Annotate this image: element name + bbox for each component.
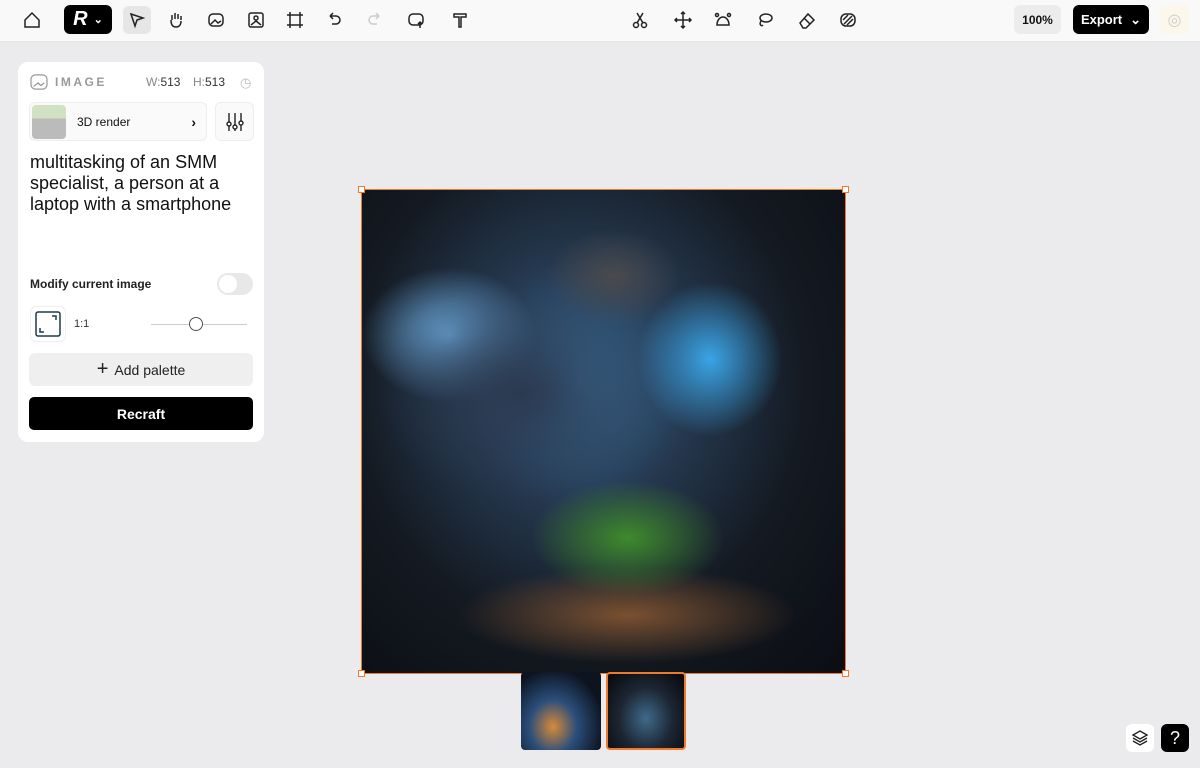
logo-menu-button[interactable]: R ⌄ — [64, 5, 112, 34]
hand-icon — [170, 13, 182, 28]
image-icon — [30, 74, 48, 90]
export-button[interactable]: Export ⌄ — [1073, 5, 1149, 34]
resize-handle[interactable] — [358, 186, 365, 193]
scissors-tool[interactable] — [626, 6, 654, 34]
style-selector[interactable]: 3D render › — [29, 102, 207, 141]
panel-type-label: IMAGE — [55, 75, 107, 89]
export-label: Export — [1080, 12, 1123, 27]
logo: R — [73, 8, 88, 30]
frame-icon — [287, 12, 303, 28]
image-frame-icon — [248, 12, 264, 28]
redo-icon — [368, 12, 380, 25]
variant-thumbnail-1[interactable] — [521, 672, 601, 750]
undo-button[interactable] — [320, 6, 348, 34]
add-palette-label: Add palette — [114, 361, 186, 378]
prompt-input[interactable]: multitasking of an SMM specialist, a per… — [30, 152, 252, 215]
style-name: 3D render — [77, 114, 131, 129]
style-settings-button[interactable] — [215, 102, 254, 141]
home-button[interactable] — [18, 6, 46, 34]
chevron-right-icon: › — [191, 113, 196, 130]
height-value: 513 — [205, 75, 226, 89]
modify-image-label: Modify current image — [30, 277, 152, 291]
select-tool[interactable] — [123, 6, 151, 34]
generated-image[interactable] — [361, 189, 846, 674]
add-palette-button[interactable]: + Add palette — [29, 353, 253, 386]
vectorize-icon — [714, 12, 732, 26]
text-icon — [453, 13, 467, 28]
width-value: 513 — [160, 75, 181, 89]
aspect-ratio-icon — [35, 311, 61, 337]
undo-icon — [329, 12, 341, 25]
height-label: H:513 — [193, 75, 226, 89]
history-icon[interactable]: ◷ — [240, 75, 251, 91]
home-icon — [24, 11, 40, 28]
redo-button[interactable] — [361, 6, 389, 34]
text-tool[interactable] — [446, 6, 474, 34]
zoom-level-button[interactable]: 100% — [1014, 5, 1061, 34]
upload-image-button[interactable] — [402, 6, 430, 34]
pattern-icon — [840, 13, 856, 27]
image-frame-tool[interactable] — [242, 6, 270, 34]
user-avatar[interactable]: ◎ — [1160, 5, 1189, 34]
image-settings-panel: IMAGE W:513 H:513 ◷ 3D render › multitas… — [18, 62, 264, 442]
sliders-icon — [225, 112, 244, 131]
style-thumbnail — [32, 104, 66, 139]
eraser-tool[interactable] — [793, 6, 821, 34]
move-tool[interactable] — [669, 6, 697, 34]
layers-button[interactable] — [1126, 724, 1154, 752]
width-label: W:513 — [146, 75, 181, 89]
resize-handle[interactable] — [358, 670, 365, 677]
image-content — [362, 190, 845, 673]
generate-image-tool[interactable] — [202, 6, 230, 34]
variant-thumbnail-2[interactable] — [606, 672, 686, 750]
modify-image-toggle[interactable] — [217, 273, 253, 295]
scissors-icon — [632, 12, 648, 29]
image-upload-icon — [408, 13, 424, 28]
lasso-icon — [759, 13, 773, 27]
frame-tool[interactable] — [281, 6, 309, 34]
eraser-icon — [799, 12, 816, 29]
layers-icon — [1131, 730, 1149, 746]
resize-handle[interactable] — [842, 670, 849, 677]
chevron-down-icon: ⌄ — [1130, 11, 1142, 27]
move-icon — [673, 10, 693, 30]
resize-handle[interactable] — [842, 186, 849, 193]
slider-handle[interactable] — [189, 317, 203, 331]
aspect-ratio-slider[interactable] — [151, 317, 247, 331]
aspect-ratio-label: 1:1 — [74, 318, 90, 330]
hand-tool[interactable] — [162, 6, 190, 34]
vectorize-tool[interactable] — [709, 6, 737, 34]
plus-icon: + — [96, 358, 109, 380]
aspect-ratio-button[interactable] — [30, 306, 66, 342]
pattern-tool[interactable] — [834, 6, 862, 34]
lasso-tool[interactable] — [751, 6, 779, 34]
recraft-button[interactable]: Recraft — [29, 397, 253, 430]
top-toolbar: R ⌄ 100% Export ⌄ ◎ — [0, 0, 1200, 42]
pointer-icon — [129, 12, 146, 29]
image-generate-icon — [208, 13, 224, 27]
help-button[interactable]: ? — [1161, 724, 1189, 752]
chevron-down-icon: ⌄ — [93, 14, 103, 26]
help-icon: ? — [1169, 727, 1180, 748]
